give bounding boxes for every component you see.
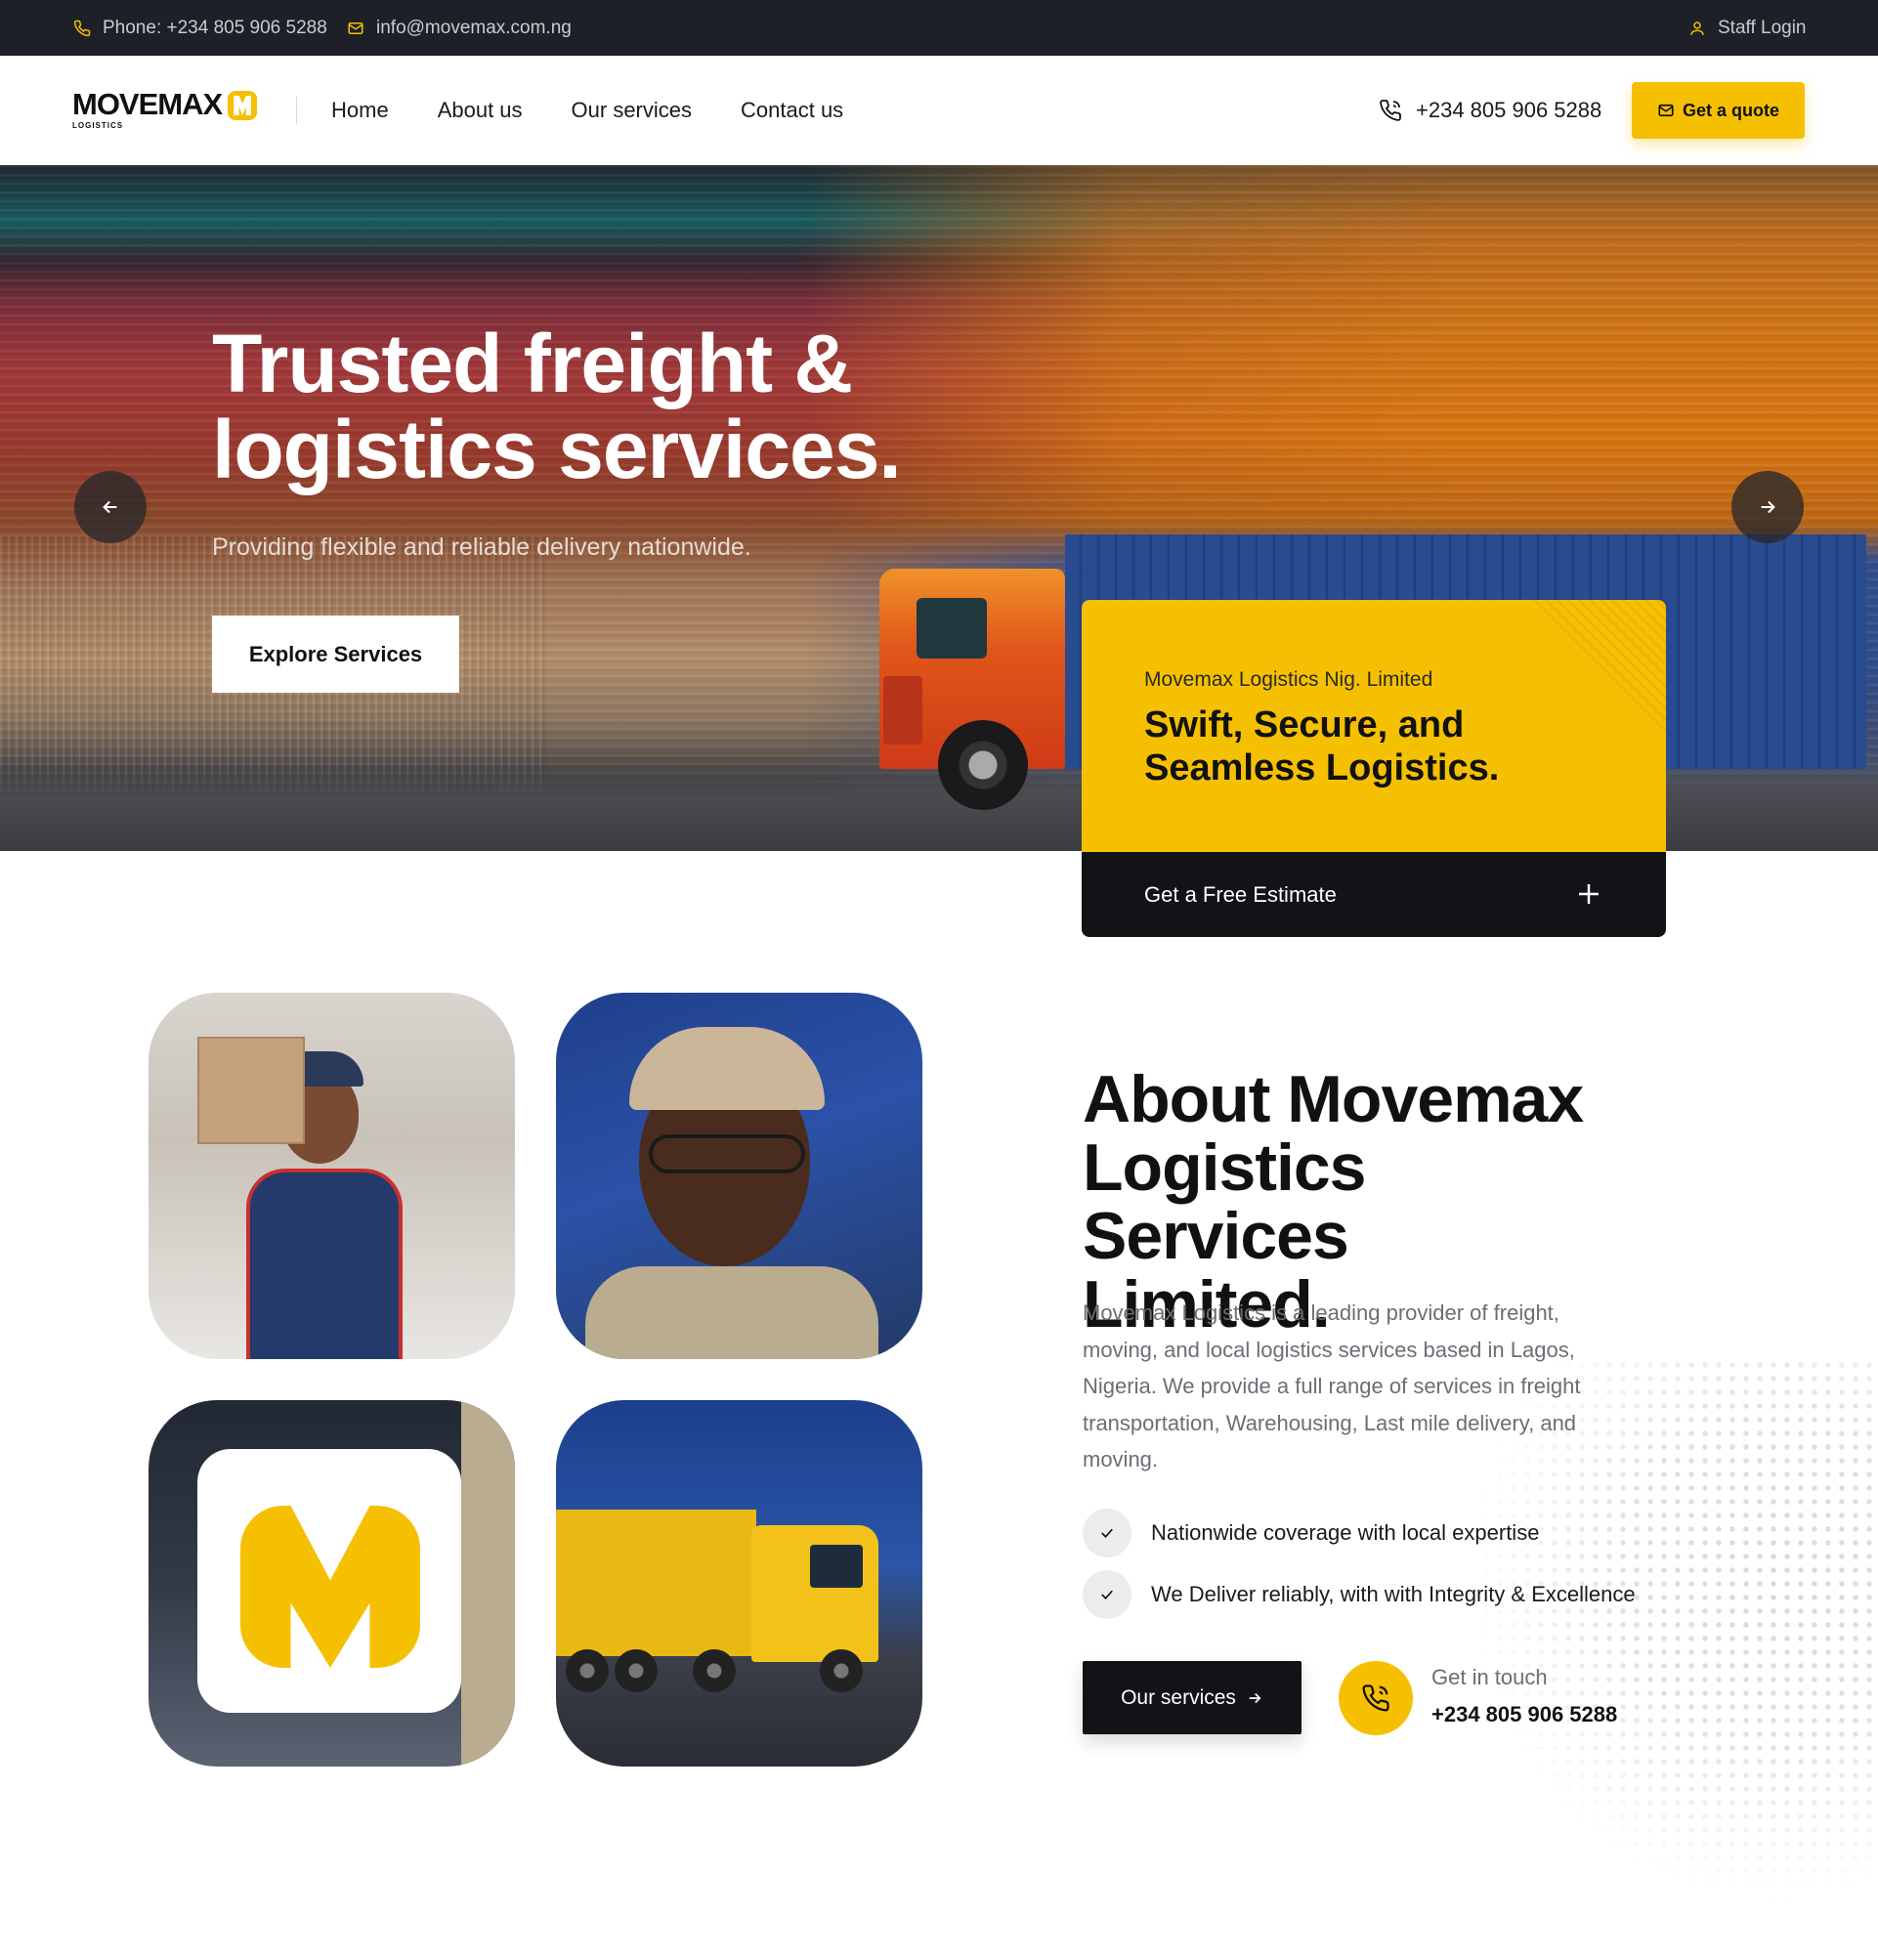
plus-icon — [1579, 884, 1599, 904]
about-title-line1: About Movemax — [1083, 1062, 1584, 1136]
hero-subtitle: Providing flexible and reliable delivery… — [212, 533, 751, 561]
nav-about[interactable]: About us — [438, 98, 523, 123]
about-description: Movemax Logistics is a leading provider … — [1083, 1300, 1581, 1471]
explore-services-button[interactable]: Explore Services — [212, 616, 459, 693]
header-phone-text: +234 805 906 5288 — [1416, 98, 1602, 122]
feature-item: We Deliver reliably, with with Integrity… — [1083, 1570, 1636, 1619]
topbar-phone[interactable]: Phone: +234 805 906 5288 — [73, 0, 327, 56]
mail-icon — [1658, 104, 1674, 117]
yellow-truck-photo — [556, 1400, 922, 1767]
truck-wheel — [693, 1649, 736, 1692]
logo-text: MOVEMAX — [72, 87, 223, 121]
about-image-collage — [149, 993, 922, 1767]
truck-wheel — [566, 1649, 609, 1692]
check-icon — [1083, 1570, 1131, 1619]
get-quote-button[interactable]: Get a quote — [1632, 82, 1805, 139]
staff-login-link[interactable]: Staff Login — [1688, 0, 1807, 56]
about-title-line2: Logistics Services — [1083, 1130, 1367, 1273]
truck-wheel — [938, 720, 1028, 810]
promo-title-line2: Seamless Logistics. — [1144, 747, 1500, 788]
staff-login-text: Staff Login — [1718, 17, 1807, 38]
hero-prev-button[interactable] — [74, 471, 147, 543]
header-phone[interactable]: +234 805 906 5288 — [1379, 56, 1601, 165]
logo[interactable]: MOVEMAX LOGISTICS — [72, 87, 258, 130]
phone-icon — [1362, 1684, 1389, 1712]
truck-window — [917, 598, 987, 659]
promo-title-line1: Swift, Secure, and — [1144, 704, 1465, 746]
logo-subtext: LOGISTICS — [72, 121, 124, 130]
smiling-worker-photo — [556, 993, 922, 1359]
courier-woman-photo — [149, 993, 515, 1359]
get-quote-label: Get a quote — [1682, 100, 1779, 120]
arrow-left-icon — [103, 500, 117, 514]
topbar-email-text: info@movemax.com.ng — [376, 17, 572, 38]
feature-text: We Deliver reliably, with with Integrity… — [1151, 1582, 1636, 1606]
promo-company: Movemax Logistics Nig. Limited — [1144, 668, 1433, 691]
arrow-right-icon — [1761, 500, 1775, 514]
contact-phone[interactable]: +234 805 906 5288 — [1431, 1702, 1617, 1727]
phone-icon — [1380, 100, 1401, 121]
phone-icon — [73, 20, 91, 36]
call-button[interactable] — [1339, 1661, 1413, 1735]
our-services-button[interactable]: Our services — [1083, 1661, 1302, 1734]
main-nav: Home About us Our services Contact us — [331, 56, 843, 165]
truck-grille — [883, 676, 922, 745]
hero-title-line2: logistics services. — [212, 404, 902, 495]
topbar-phone-text: Phone: +234 805 906 5288 — [103, 17, 327, 38]
free-estimate-toggle[interactable]: Get a Free Estimate — [1082, 852, 1666, 937]
check-icon — [1083, 1509, 1131, 1557]
get-in-touch-label: Get in touch — [1431, 1665, 1548, 1689]
logo-divider — [296, 97, 297, 124]
free-estimate-label: Get a Free Estimate — [1144, 881, 1337, 907]
truck-wheel — [615, 1649, 658, 1692]
photo-vest — [246, 1169, 403, 1359]
movemax-logo-tile — [149, 1400, 515, 1767]
arrow-right-icon — [1249, 1692, 1261, 1703]
truck-wheel — [820, 1649, 863, 1692]
promo-card: Movemax Logistics Nig. Limited Swift, Se… — [1082, 600, 1666, 852]
nav-home[interactable]: Home — [331, 98, 389, 123]
topbar-email[interactable]: info@movemax.com.ng — [347, 0, 572, 56]
photo-cap — [629, 1027, 825, 1110]
nav-services[interactable]: Our services — [572, 98, 692, 123]
promo-title: Swift, Secure, and Seamless Logistics. — [1144, 703, 1613, 789]
photo-boxes — [197, 1037, 305, 1144]
main-header: MOVEMAX LOGISTICS Home About us Our serv… — [0, 56, 1878, 165]
truck-window — [810, 1545, 863, 1588]
truck-trailer — [556, 1510, 756, 1656]
hero-title: Trusted freight & logistics services. — [212, 318, 902, 495]
top-bar: Phone: +234 805 906 5288 info@movemax.co… — [0, 0, 1878, 56]
photo-glasses — [649, 1134, 805, 1173]
logo-mark-icon — [228, 91, 258, 120]
hero-next-button[interactable] — [1731, 471, 1804, 543]
hero-title-line1: Trusted freight & — [212, 318, 853, 409]
photo-arm — [461, 1400, 515, 1767]
photo-shirt — [585, 1266, 878, 1359]
feature-text: Nationwide coverage with local expertise — [1151, 1520, 1540, 1545]
feature-item: Nationwide coverage with local expertise — [1083, 1509, 1539, 1557]
our-services-label: Our services — [1121, 1685, 1236, 1709]
mail-icon — [348, 21, 363, 34]
user-icon — [1690, 21, 1704, 35]
nav-contact[interactable]: Contact us — [741, 98, 843, 123]
